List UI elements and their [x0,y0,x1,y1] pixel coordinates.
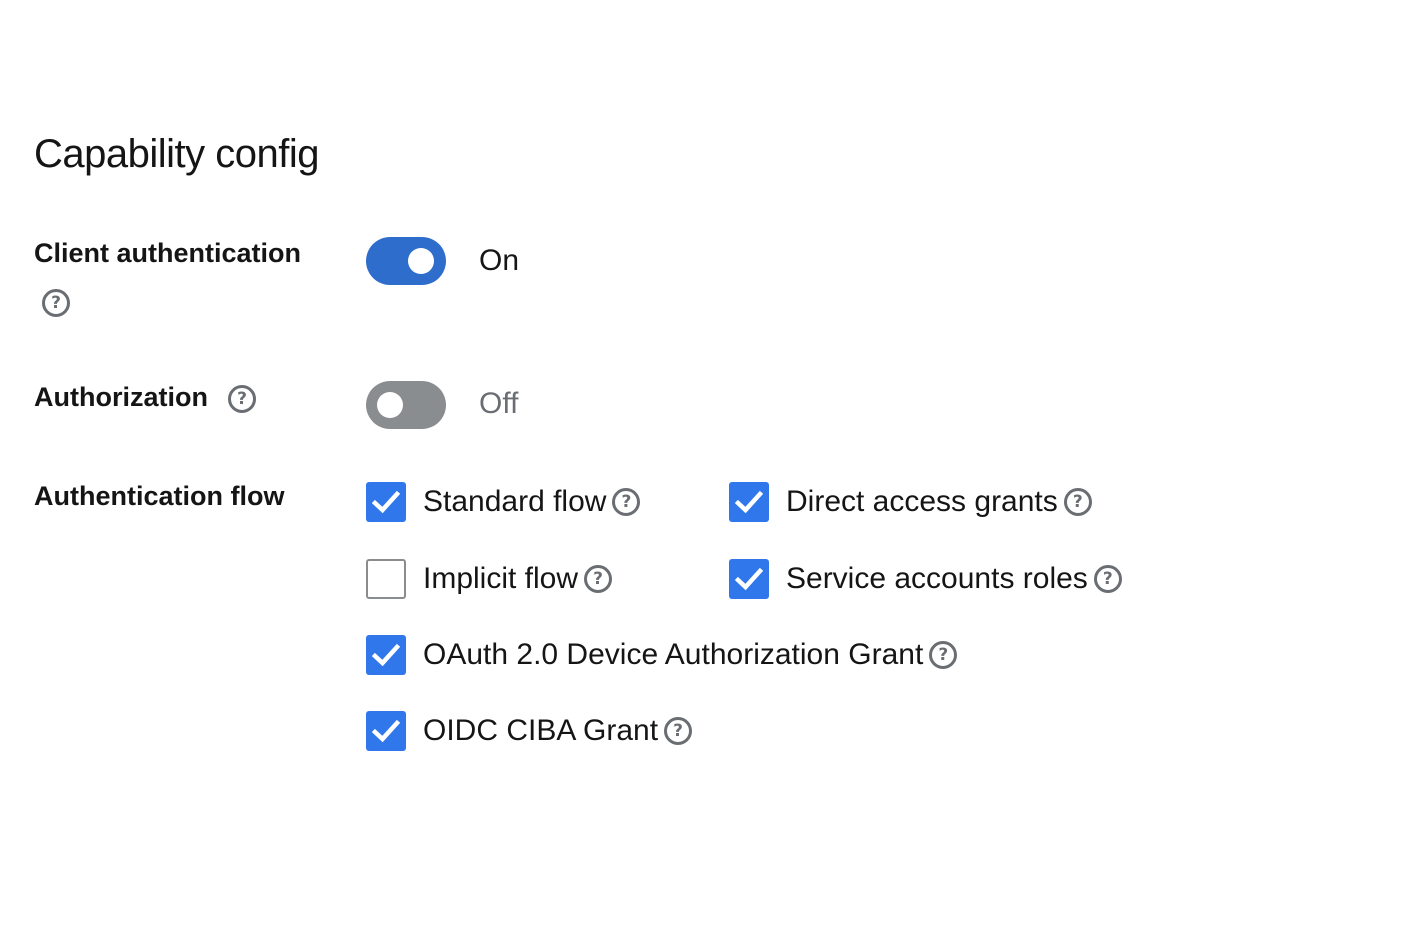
standard-flow-label: Standard flow [423,485,607,518]
checkbox-box[interactable] [366,559,406,599]
direct-access-grants-checkbox[interactable]: Direct access grants ? [729,482,1092,522]
checkbox-box[interactable] [729,559,769,599]
oauth-device-authorization-grant-help-icon[interactable]: ? [929,641,958,669]
implicit-flow-help-icon[interactable]: ? [584,565,613,593]
authorization-toggle[interactable] [366,381,446,429]
authorization-help-icon[interactable]: ? [228,385,256,413]
checkmark-icon [372,719,400,743]
oidc-ciba-grant-label: OIDC CIBA Grant [423,714,659,747]
authorization-label: Authorization [34,382,208,412]
checkbox-box[interactable] [729,482,769,522]
direct-access-grants-help-icon[interactable]: ? [1063,488,1092,516]
authorization-state: Off [479,387,519,420]
section-title: Capability config [34,132,320,176]
checkmark-icon [372,490,400,514]
oauth-device-authorization-grant-checkbox[interactable]: OAuth 2.0 Device Authorization Grant ? [366,635,958,675]
client-authentication-state: On [479,244,520,277]
service-accounts-roles-help-icon[interactable]: ? [1093,565,1122,593]
toggle-knob [408,248,434,274]
checkmark-icon [735,567,763,591]
oidc-ciba-grant-checkbox[interactable]: OIDC CIBA Grant ? [366,711,693,751]
standard-flow-help-icon[interactable]: ? [612,488,641,516]
oidc-ciba-grant-help-icon[interactable]: ? [664,717,693,745]
service-accounts-roles-checkbox[interactable]: Service accounts roles ? [729,559,1122,599]
service-accounts-roles-label: Service accounts roles [786,562,1088,595]
checkmark-icon [372,643,400,667]
direct-access-grants-label: Direct access grants [786,485,1058,518]
client-authentication-help-icon[interactable]: ? [42,289,70,317]
standard-flow-checkbox[interactable]: Standard flow ? [366,482,641,522]
checkbox-box[interactable] [366,711,406,751]
capability-config-page: Capability config Client authentication … [0,0,1426,950]
checkbox-box[interactable] [366,482,406,522]
client-authentication-toggle[interactable] [366,237,446,285]
implicit-flow-checkbox[interactable]: Implicit flow ? [366,559,613,599]
checkmark-icon [735,490,763,514]
authentication-flow-label: Authentication flow [34,481,285,511]
toggle-knob [377,392,403,418]
implicit-flow-label: Implicit flow [423,562,579,595]
checkbox-box[interactable] [366,635,406,675]
oauth-device-authorization-grant-label: OAuth 2.0 Device Authorization Grant [423,638,924,671]
client-authentication-label: Client authentication [34,238,302,268]
